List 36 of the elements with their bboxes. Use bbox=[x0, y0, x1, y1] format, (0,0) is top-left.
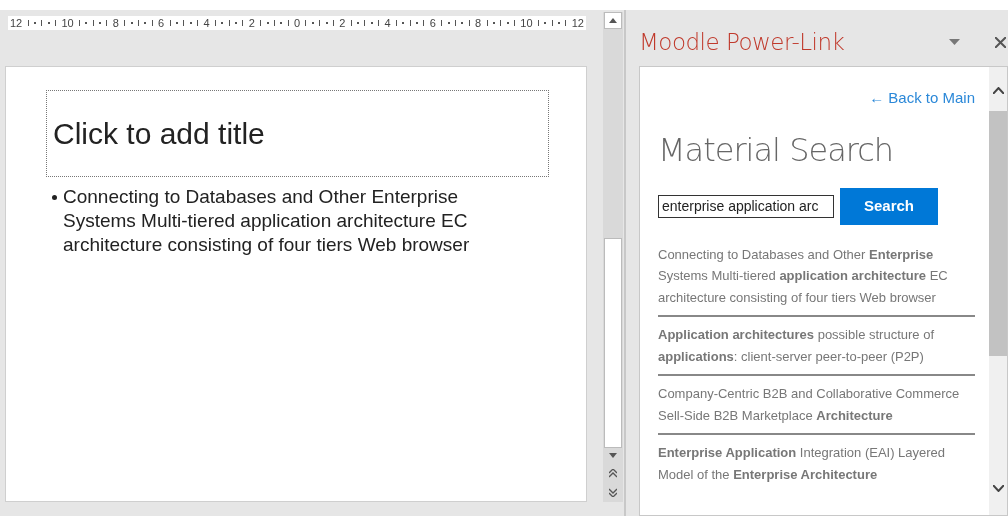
close-icon[interactable] bbox=[995, 36, 1006, 48]
ruler-number: 6 bbox=[429, 17, 436, 29]
search-field[interactable]: enterprise application arc bbox=[658, 194, 834, 218]
caret-down-icon bbox=[609, 453, 617, 458]
search-result[interactable]: Company-Centric B2B and Collaborative Commerce Sell-Side B2B Marketplace Architecture bbox=[658, 376, 975, 435]
scroll-thumb[interactable] bbox=[604, 238, 622, 448]
ruler-number: 6 bbox=[158, 17, 165, 29]
back-link[interactable]: ← Back to Main bbox=[869, 87, 975, 110]
next-slide-icon[interactable] bbox=[609, 487, 617, 497]
ruler-number: 0 bbox=[293, 17, 301, 29]
caret-up-icon bbox=[609, 18, 617, 23]
section-heading: Material Search bbox=[658, 133, 895, 166]
search-result[interactable]: Connecting to Databases and Other Enterprise Systems Multi-tiered application architecture EC architecture consisting of four tiers Web browser bbox=[658, 236, 975, 317]
ruler-number: 10 bbox=[61, 17, 74, 29]
ruler-number: 2 bbox=[339, 17, 346, 29]
bullet-text: Connecting to Databases and Other Enterprise Systems Multi-tiered application architecture EC architecture consisting of four tiers Web browser bbox=[63, 185, 471, 257]
ruler-number: 8 bbox=[112, 17, 119, 29]
ruler-number: 12 bbox=[571, 17, 584, 29]
scroll-up-icon[interactable] bbox=[993, 87, 1004, 94]
ruler-number: 8 bbox=[475, 17, 482, 29]
pane-title: Moodle Power-Link bbox=[639, 27, 845, 57]
scroll-down-icon[interactable] bbox=[993, 485, 1004, 492]
previous-slide-icon[interactable] bbox=[609, 469, 617, 479]
ruler-number: 12 bbox=[10, 17, 23, 29]
ruler-number: 4 bbox=[203, 17, 210, 29]
search-result[interactable]: Application architectures possible structure of applications: client-server peer-to-peer (P2P) bbox=[658, 317, 975, 376]
search-button[interactable]: Search bbox=[840, 187, 938, 225]
search-result[interactable]: Enterprise Application Integration (EAI) Layered Model of the Enterprise Architecture bbox=[658, 435, 975, 492]
title-placeholder[interactable]: Click to add title bbox=[46, 90, 549, 177]
scroll-thumb[interactable] bbox=[989, 111, 1007, 356]
bullet-icon bbox=[52, 195, 57, 200]
ruler-number: 4 bbox=[384, 17, 391, 29]
scroll-up-button[interactable] bbox=[604, 12, 622, 29]
ruler-number: 10 bbox=[520, 17, 533, 29]
ruler-number: 2 bbox=[248, 17, 255, 29]
dropdown-icon[interactable] bbox=[949, 39, 960, 45]
